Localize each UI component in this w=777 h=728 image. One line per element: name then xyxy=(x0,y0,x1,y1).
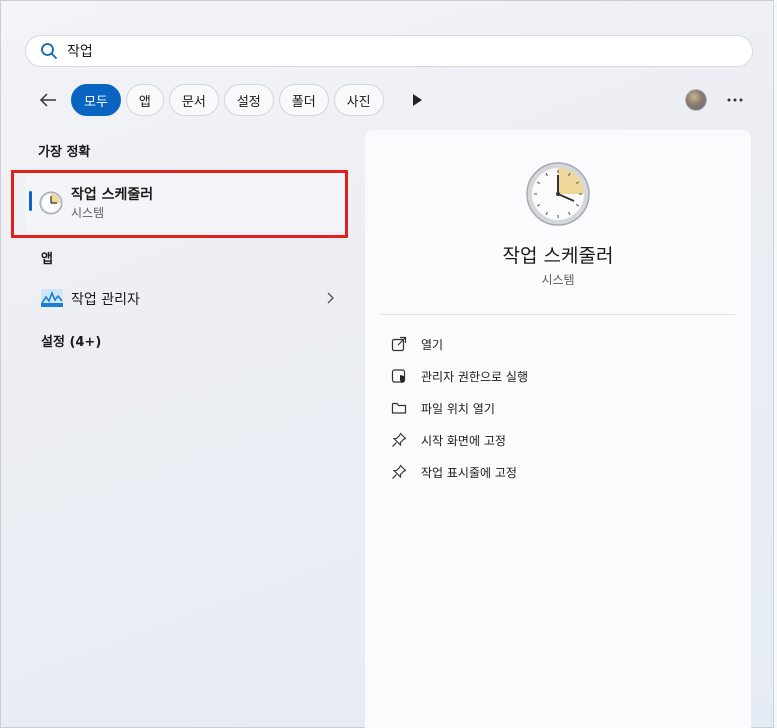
action-label: 관리자 권한으로 실행 xyxy=(421,369,528,384)
tab-all[interactable]: 모두 xyxy=(71,84,121,116)
action-label: 작업 표시줄에 고정 xyxy=(421,465,517,480)
tab-apps[interactable]: 앱 xyxy=(125,84,164,116)
divider xyxy=(381,314,735,315)
pin-icon xyxy=(392,464,407,479)
action-pin-to-start[interactable]: 시작 화면에 고정 xyxy=(381,426,735,454)
filter-tabs: 모두 앱 문서 설정 폴더 사진 xyxy=(71,84,384,116)
tab-documents[interactable]: 문서 xyxy=(168,84,219,116)
task-manager-icon xyxy=(41,289,63,307)
back-arrow-icon[interactable] xyxy=(37,89,59,111)
search-input[interactable] xyxy=(67,38,687,64)
app-item-label: 작업 관리자 xyxy=(71,292,140,308)
clock-icon xyxy=(39,191,63,215)
folder-icon xyxy=(391,402,407,414)
best-match-type: 시스템 xyxy=(71,206,105,220)
ellipsis-icon[interactable] xyxy=(725,89,745,111)
app-item-task-manager[interactable]: 작업 관리자 xyxy=(31,282,349,314)
best-match-heading: 가장 정확 xyxy=(38,145,91,160)
tab-photos[interactable]: 사진 xyxy=(333,84,384,116)
apps-heading: 앱 xyxy=(41,252,53,267)
action-label: 시작 화면에 고정 xyxy=(421,433,506,448)
action-run-as-admin[interactable]: 관리자 권한으로 실행 xyxy=(381,362,735,390)
search-box[interactable] xyxy=(25,35,753,67)
tab-folders[interactable]: 폴더 xyxy=(278,84,329,116)
tab-settings[interactable]: 설정 xyxy=(223,84,274,116)
search-icon xyxy=(41,43,57,59)
chevron-right-icon[interactable] xyxy=(325,291,335,305)
best-match-item[interactable]: 작업 스케줄러 시스템 xyxy=(25,174,347,232)
shield-icon xyxy=(391,369,406,383)
detail-subtitle: 시스템 xyxy=(541,273,575,287)
selection-indicator xyxy=(29,191,32,211)
play-arrow-icon[interactable] xyxy=(411,93,423,107)
best-match-name: 작업 스케줄러 xyxy=(71,187,154,203)
action-open[interactable]: 열기 xyxy=(381,330,735,358)
action-label: 파일 위치 열기 xyxy=(421,401,495,416)
open-external-icon xyxy=(391,336,407,352)
start-search-panel: 모두 앱 문서 설정 폴더 사진 가장 정확 작업 스케줄러 시스템 앱 xyxy=(0,0,775,728)
avatar[interactable] xyxy=(685,89,707,111)
detail-panel: 작업 스케줄러 시스템 열기 관리자 권한으로 실행 파일 위치 열기 시작 화… xyxy=(365,130,751,728)
pin-icon xyxy=(392,432,407,447)
action-label: 열기 xyxy=(421,337,444,352)
detail-title: 작업 스케줄러 xyxy=(502,245,614,267)
action-open-file-location[interactable]: 파일 위치 열기 xyxy=(381,394,735,422)
settings-heading[interactable]: 설정 (4+) xyxy=(41,331,101,350)
clock-icon xyxy=(526,162,590,226)
background-window-edge xyxy=(773,0,777,728)
action-pin-to-taskbar[interactable]: 작업 표시줄에 고정 xyxy=(381,458,735,486)
